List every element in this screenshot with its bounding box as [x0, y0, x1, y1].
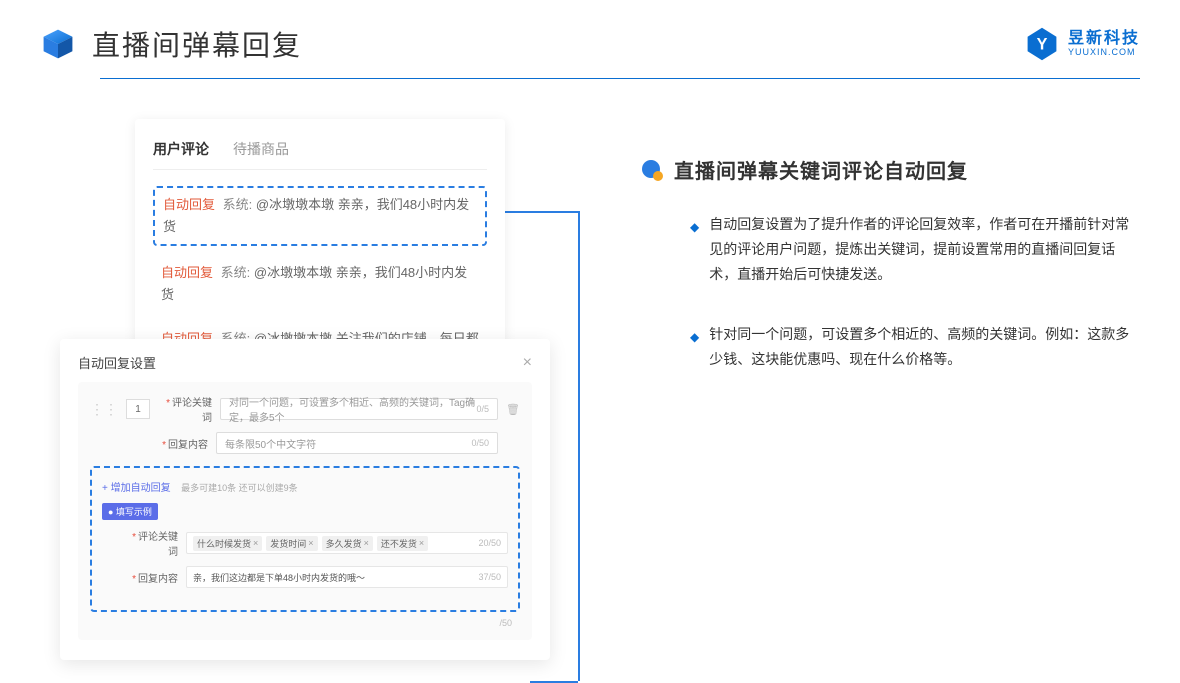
- brand-name-cn: 昱新科技: [1068, 30, 1140, 48]
- section-title: 直播间弹幕关键词评论自动回复: [674, 155, 968, 184]
- keyword-placeholder: 对同一个问题，可设置多个相近、高频的关键词，Tag确定，最多5个: [229, 394, 476, 424]
- add-auto-reply-link[interactable]: + 增加自动回复 最多可建10条 还可以创建9条: [102, 478, 508, 502]
- ex-content-counter: 37/50: [478, 572, 501, 582]
- settings-title: 自动回复设置: [78, 353, 156, 372]
- content-placeholder: 每条限50个中文字符: [225, 436, 316, 451]
- content-counter: 0/50: [471, 438, 489, 448]
- content-row: *回复内容 每条限50个中文字符 0/50: [90, 432, 520, 454]
- auto-reply-badge: 自动回复: [163, 197, 215, 212]
- tag-remove-icon: ×: [308, 538, 313, 548]
- example-keyword-row: *评论关键词 什么时候发货× 发货时间× 多久发货× 还不发货× 20/50: [102, 528, 508, 558]
- comments-tabs: 用户评论 待播商品: [153, 139, 487, 170]
- ex-content-value: 亲，我们这边都是下单48小时内发货的哦～: [193, 571, 365, 584]
- brand-logo: Y 昱新科技 YUUXIN.COM: [1024, 26, 1140, 62]
- close-icon[interactable]: ×: [523, 354, 532, 372]
- tag-item[interactable]: 多久发货×: [322, 536, 373, 551]
- cube-icon: [40, 26, 76, 62]
- comment-row-highlighted: 自动回复 系统: @冰墩墩本墩 亲亲，我们48小时内发货: [153, 186, 487, 246]
- section-heading: 直播间弹幕关键词评论自动回复: [640, 155, 1140, 184]
- svg-text:Y: Y: [1037, 35, 1048, 53]
- tab-user-comments[interactable]: 用户评论: [153, 139, 209, 169]
- ex-keyword-counter: 20/50: [478, 538, 501, 548]
- bullet-text: 针对同一个问题，可设置多个相近的、高频的关键词。例如：这款多少钱、这块能优惠吗、…: [709, 322, 1140, 372]
- connector-line: [504, 211, 578, 213]
- brand-name-en: YUUXIN.COM: [1068, 48, 1140, 58]
- comment-row: 自动回复 系统: @冰墩墩本墩 亲亲，我们48小时内发货: [153, 256, 487, 312]
- diamond-icon: ◆: [690, 327, 699, 372]
- system-label: 系统:: [223, 197, 253, 212]
- settings-body: ⋮⋮ 1 *评论关键词 对同一个问题，可设置多个相近、高频的关键词，Tag确定，…: [78, 382, 532, 640]
- add-hint: 最多可建10条 还可以创建9条: [181, 483, 298, 493]
- row-number: 1: [126, 399, 150, 419]
- keyword-counter: 0/5: [476, 404, 489, 414]
- ex-content-label: *回复内容: [124, 570, 178, 585]
- keyword-row: ⋮⋮ 1 *评论关键词 对同一个问题，可设置多个相近、高频的关键词，Tag确定，…: [90, 394, 520, 424]
- trash-icon[interactable]: 🗑: [506, 403, 520, 416]
- auto-reply-badge: 自动回复: [161, 265, 213, 280]
- keyword-input[interactable]: 对同一个问题，可设置多个相近、高频的关键词，Tag确定，最多5个 0/5: [220, 398, 498, 420]
- example-section: + 增加自动回复 最多可建10条 还可以创建9条 ● 填写示例 *评论关键词 什…: [90, 466, 520, 612]
- tag-item[interactable]: 还不发货×: [377, 536, 428, 551]
- drag-handle-icon[interactable]: ⋮⋮: [90, 401, 118, 418]
- bullet-item: ◆ 针对同一个问题，可设置多个相近的、高频的关键词。例如：这款多少钱、这块能优惠…: [640, 322, 1140, 372]
- tab-pending-products[interactable]: 待播商品: [233, 139, 289, 169]
- system-label: 系统:: [221, 265, 251, 280]
- example-badge: ● 填写示例: [102, 503, 158, 520]
- right-column: 直播间弹幕关键词评论自动回复 ◆ 自动回复设置为了提升作者的评论回复效率，作者可…: [640, 119, 1140, 411]
- bullet-item: ◆ 自动回复设置为了提升作者的评论回复效率，作者可在开播前针对常见的评论用户问题…: [640, 212, 1140, 288]
- ex-keyword-label: *评论关键词: [124, 528, 178, 558]
- content-input[interactable]: 每条限50个中文字符 0/50: [216, 432, 498, 454]
- outer-counter: /50: [90, 618, 520, 628]
- example-content-row: *回复内容 亲，我们这边都是下单48小时内发货的哦～ 37/50: [102, 566, 508, 588]
- example-content-input[interactable]: 亲，我们这边都是下单48小时内发货的哦～ 37/50: [186, 566, 508, 588]
- example-keyword-input[interactable]: 什么时候发货× 发货时间× 多久发货× 还不发货× 20/50: [186, 532, 508, 554]
- settings-header: 自动回复设置 ×: [78, 353, 532, 382]
- header-left: 直播间弹幕回复: [40, 24, 302, 64]
- connector-line: [578, 211, 580, 681]
- content-label: *回复内容: [154, 436, 208, 451]
- main-content: 用户评论 待播商品 自动回复 系统: @冰墩墩本墩 亲亲，我们48小时内发货 自…: [0, 79, 1180, 431]
- tag-remove-icon: ×: [253, 538, 258, 548]
- brand-icon: Y: [1024, 26, 1060, 62]
- page-header: 直播间弹幕回复 Y 昱新科技 YUUXIN.COM: [0, 0, 1180, 78]
- tag-remove-icon: ×: [364, 538, 369, 548]
- bullet-text: 自动回复设置为了提升作者的评论回复效率，作者可在开播前针对常见的评论用户问题，提…: [709, 212, 1140, 288]
- tag-item[interactable]: 什么时候发货×: [193, 536, 262, 551]
- brand-text: 昱新科技 YUUXIN.COM: [1068, 30, 1140, 57]
- left-column: 用户评论 待播商品 自动回复 系统: @冰墩墩本墩 亲亲，我们48小时内发货 自…: [60, 119, 580, 411]
- tag-item[interactable]: 发货时间×: [266, 536, 317, 551]
- chat-bubble-icon: [640, 158, 664, 182]
- page-title: 直播间弹幕回复: [92, 24, 302, 64]
- auto-reply-settings-card: 自动回复设置 × ⋮⋮ 1 *评论关键词 对同一个问题，可设置多个相近、高频的关…: [60, 339, 550, 660]
- tag-remove-icon: ×: [419, 538, 424, 548]
- diamond-icon: ◆: [690, 217, 699, 288]
- keyword-label: *评论关键词: [158, 394, 212, 424]
